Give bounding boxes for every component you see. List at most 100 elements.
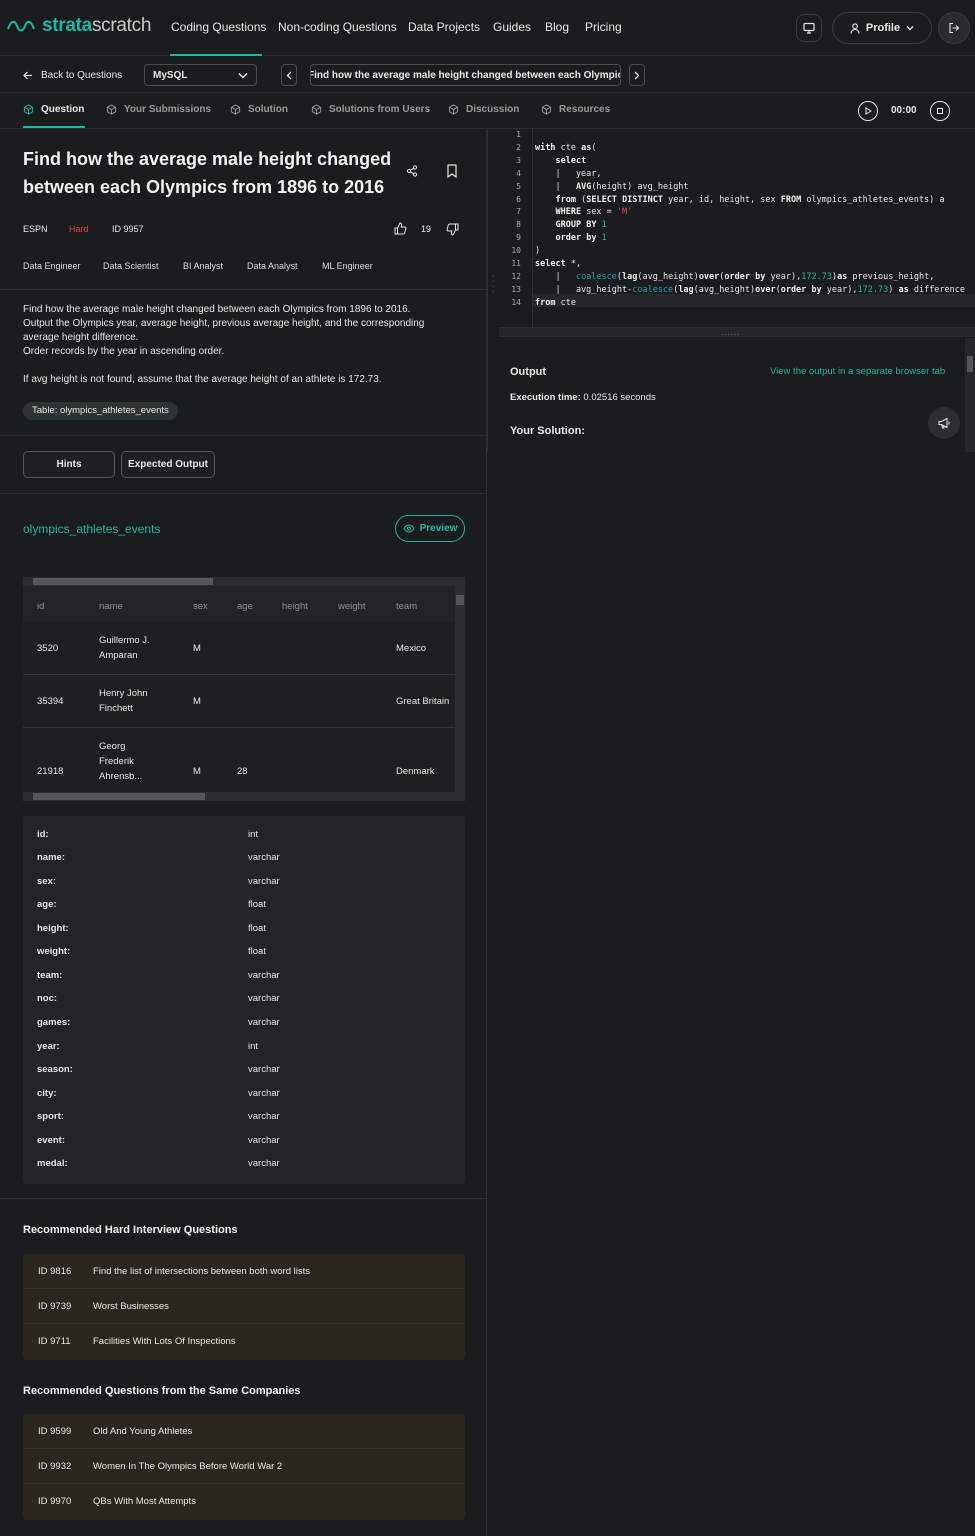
- execution-time-label: Execution time:: [510, 392, 581, 403]
- nav-noncoding-questions[interactable]: Non-coding Questions: [278, 20, 397, 34]
- divider: [0, 1198, 487, 1199]
- preview-button[interactable]: Preview: [395, 515, 465, 542]
- language-select[interactable]: MySQL: [144, 64, 257, 86]
- line-number: 10: [511, 246, 521, 256]
- expected-output-button[interactable]: Expected Output: [121, 451, 215, 478]
- logo-icon: [7, 20, 35, 32]
- code-line[interactable]: | coalesce(lag(avg_height)over(order by …: [535, 272, 934, 282]
- cell-sex: M: [193, 696, 201, 707]
- schema-column-type: float: [248, 923, 266, 934]
- bookmark-button[interactable]: [446, 164, 458, 178]
- panel-resize-handle[interactable]: · · · ·: [487, 129, 499, 452]
- cell-id: 35394: [37, 696, 64, 707]
- role-tag[interactable]: BI Analyst: [183, 261, 223, 271]
- recommended-question-item[interactable]: ID 9711 Facilities With Lots Of Inspecti…: [23, 1324, 465, 1359]
- recommended-question-item[interactable]: ID 9599 Old And Young Athletes: [23, 1414, 465, 1449]
- line-number: 1: [516, 130, 521, 139]
- nav-guides[interactable]: Guides: [493, 20, 531, 34]
- horizontal-scrollbar[interactable]: [23, 577, 465, 586]
- schema-column-type: varchar: [248, 1064, 280, 1075]
- share-button[interactable]: [406, 165, 418, 177]
- code-line[interactable]: with cte as(: [535, 143, 596, 153]
- cell-team: Denmark: [396, 766, 435, 777]
- output-scrollbar[interactable]: [965, 338, 975, 452]
- code-line[interactable]: | AVG(height) avg_height: [535, 182, 688, 192]
- recommended-question-id: ID 9599: [38, 1425, 72, 1437]
- recommended-question-id: ID 9970: [38, 1496, 72, 1507]
- schema-column-name: city:: [37, 1088, 57, 1099]
- line-number: 4: [516, 168, 521, 178]
- tab-your-submissions[interactable]: Your Submissions: [106, 104, 211, 115]
- megaphone-icon: [938, 417, 949, 429]
- tab-discussion-label: Discussion: [466, 104, 520, 115]
- code-editor[interactable]: 1 2 3 4 5 6 7 8 9 10 11 12 13 14 with cte as( select …: [499, 129, 975, 327]
- code-line[interactable]: from (SELECT DISTINCT year, id, height, …: [535, 195, 944, 205]
- output-heading: Output: [510, 366, 547, 378]
- line-number: 11: [511, 259, 521, 268]
- thumbs-up-icon: [394, 222, 407, 235]
- logout-button[interactable]: [938, 12, 970, 44]
- back-to-questions-link[interactable]: Back to Questions: [23, 70, 122, 81]
- tab-solutions-from-users[interactable]: Solutions from Users: [311, 104, 430, 115]
- recommended-question-item[interactable]: ID 9932 Women In The Olympics Before Wor…: [23, 1449, 465, 1484]
- code-line[interactable]: select: [535, 156, 586, 166]
- screen-mode-button[interactable]: [796, 14, 822, 42]
- tab-question[interactable]: Question: [23, 104, 84, 115]
- tab-solution[interactable]: Solution: [230, 104, 288, 115]
- code-line[interactable]: GROUP BY 1: [535, 220, 606, 230]
- recommended-question-item[interactable]: ID 9970 QBs With Most Attempts: [23, 1484, 465, 1519]
- vertical-scrollbar[interactable]: [455, 586, 465, 792]
- code-line[interactable]: order by 1: [535, 233, 606, 243]
- tab-question-label: Question: [41, 104, 85, 115]
- column-header: sex: [193, 601, 208, 612]
- code-line[interactable]: select *,: [535, 259, 581, 269]
- monitor-icon: [803, 22, 815, 34]
- thumbs-down-icon: [446, 223, 459, 236]
- table-row: 35394 Henry John Finchett M Great Britai…: [23, 675, 455, 728]
- role-tag[interactable]: ML Engineer: [322, 261, 373, 271]
- recommended-question-title: Facilities With Lots Of Inspections: [93, 1336, 236, 1347]
- schema-column-type: float: [248, 946, 266, 957]
- tab-resources[interactable]: Resources: [541, 104, 610, 115]
- nav-data-projects[interactable]: Data Projects: [408, 20, 480, 34]
- next-question-button[interactable]: [629, 64, 645, 86]
- cell-name: Guillermo J. Amparan: [99, 635, 150, 661]
- role-tag[interactable]: Data Engineer: [23, 261, 81, 271]
- nav-pricing[interactable]: Pricing: [585, 20, 622, 34]
- recommended-same-companies-list: ID 9599 Old And Young Athletes ID 9932 W…: [23, 1414, 465, 1520]
- nav-blog[interactable]: Blog: [545, 20, 569, 34]
- stratascratch-logo[interactable]: stratascratch: [6, 15, 151, 37]
- recommended-question-item[interactable]: ID 9816 Find the list of intersections b…: [23, 1254, 465, 1289]
- execution-time: Execution time: 0.02516 seconds: [510, 392, 656, 403]
- code-line[interactable]: WHERE sex = 'M': [535, 207, 632, 217]
- timer-stop-button[interactable]: [930, 101, 950, 121]
- code-line[interactable]: from cte: [535, 298, 576, 308]
- code-line[interactable]: | avg_height-coalesce(lag(avg_height)ove…: [535, 285, 965, 295]
- cube-icon: [541, 104, 552, 115]
- tab-discussion[interactable]: Discussion: [448, 104, 519, 115]
- line-number: 13: [511, 284, 521, 294]
- schema-column-type: varchar: [248, 1135, 280, 1146]
- hints-button[interactable]: Hints: [23, 451, 115, 478]
- difficulty-badge: Hard: [69, 224, 89, 234]
- role-tag[interactable]: Data Analyst: [247, 261, 298, 271]
- profile-button[interactable]: Profile: [832, 12, 932, 44]
- chevron-down-icon: [906, 26, 914, 31]
- role-tag[interactable]: Data Scientist: [103, 261, 159, 271]
- horizontal-scrollbar[interactable]: [23, 792, 465, 801]
- upvote-button[interactable]: [394, 222, 407, 235]
- code-line[interactable]: | year,: [535, 169, 601, 179]
- schema-column-type: varchar: [248, 852, 280, 863]
- previous-question-button[interactable]: [281, 64, 297, 86]
- nav-coding-questions[interactable]: Coding Questions: [171, 20, 266, 34]
- downvote-button[interactable]: [446, 223, 459, 236]
- table-tag[interactable]: Table: olympics_athletes_events: [23, 402, 178, 420]
- code-line[interactable]: ): [535, 246, 540, 256]
- line-number-gutter: 1 2 3 4 5 6 7 8 9 10 11 12 13 14: [499, 129, 533, 327]
- view-output-link[interactable]: View the output in a separate browser ta…: [770, 366, 945, 377]
- schema-column-name: medal:: [37, 1158, 68, 1169]
- timer-play-button[interactable]: [858, 101, 878, 121]
- editor-output-resize-handle[interactable]: ......: [499, 327, 975, 337]
- feedback-button[interactable]: [928, 407, 960, 439]
- recommended-question-item[interactable]: ID 9739 Worst Businesses: [23, 1289, 465, 1324]
